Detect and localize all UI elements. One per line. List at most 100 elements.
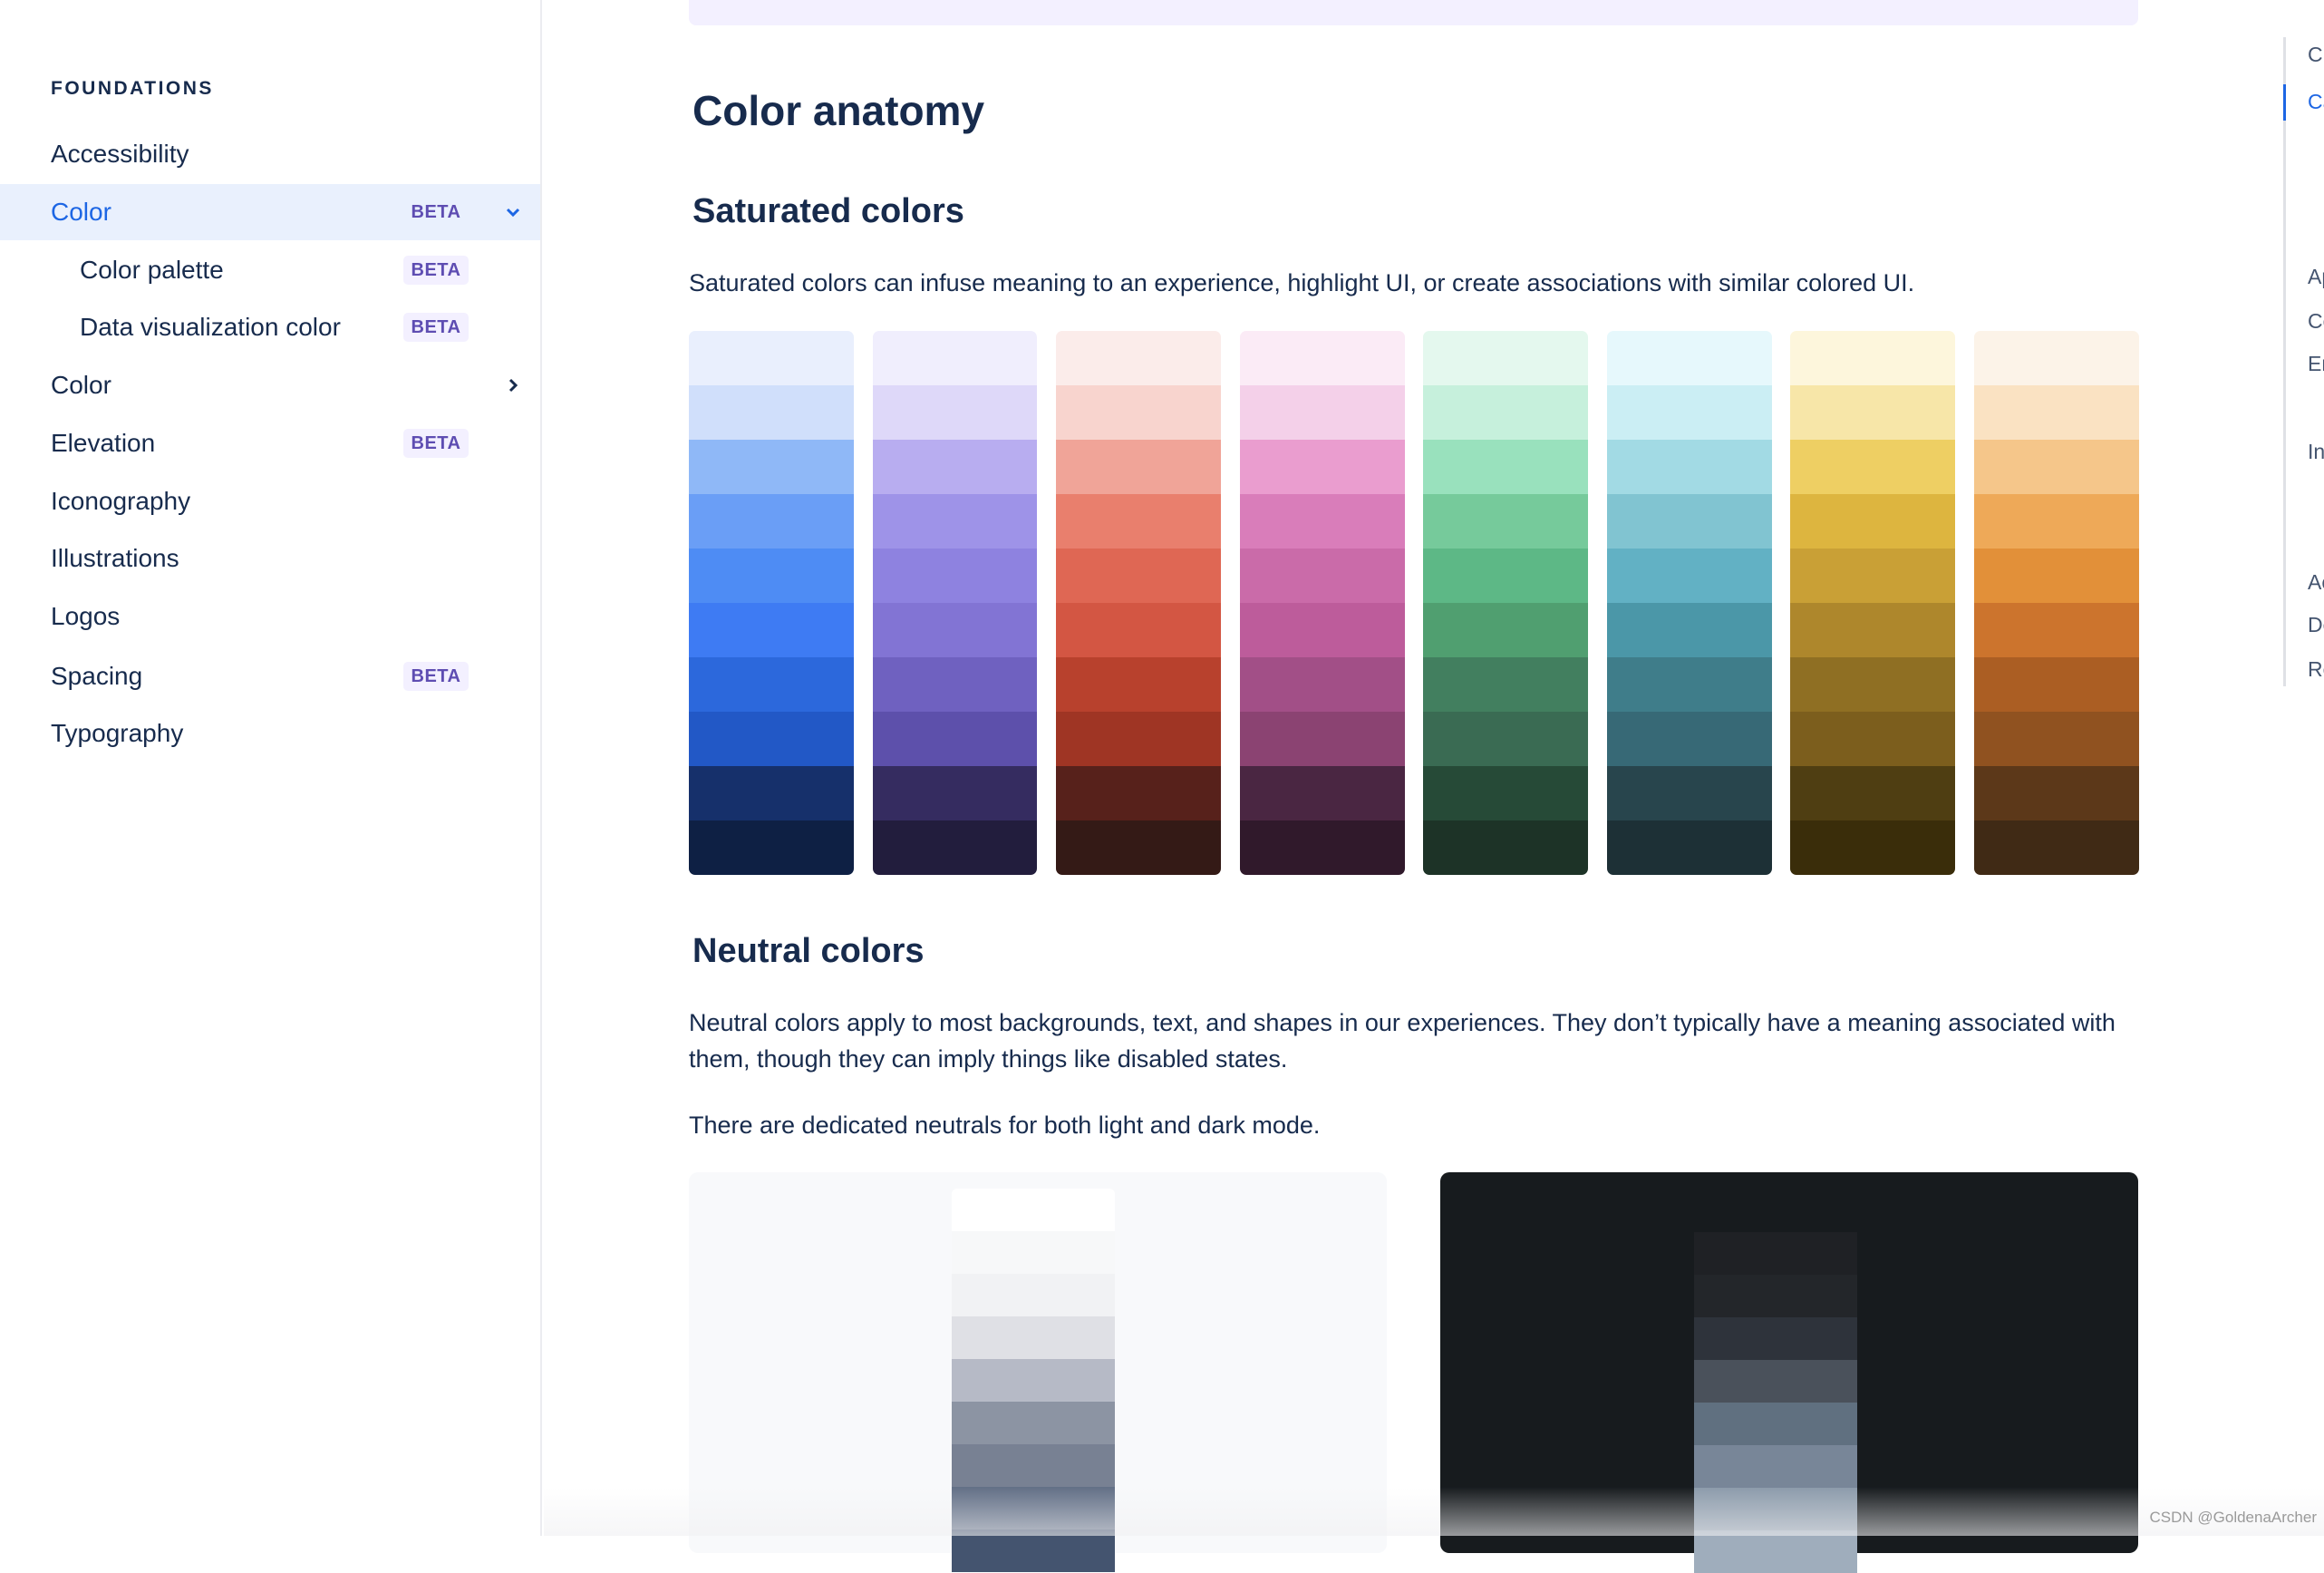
color-swatch[interactable] — [1056, 549, 1222, 603]
color-swatch[interactable] — [872, 385, 1038, 440]
toc-item[interactable]: En — [2308, 352, 2324, 376]
color-swatch[interactable] — [1606, 712, 1772, 766]
color-swatch[interactable] — [1056, 440, 1222, 494]
toc-item[interactable]: In — [2308, 440, 2324, 464]
color-swatch[interactable] — [1423, 766, 1589, 820]
color-swatch[interactable] — [1056, 494, 1222, 549]
chevron-right-icon[interactable] — [504, 372, 522, 399]
color-swatch[interactable] — [1239, 766, 1405, 820]
color-swatch[interactable] — [1974, 331, 2139, 385]
color-swatch[interactable] — [1056, 385, 1222, 440]
dark-neutral-swatch[interactable] — [1694, 1232, 1857, 1275]
toc-item[interactable]: Co — [2308, 309, 2324, 334]
toc-item[interactable]: Ac — [2308, 570, 2324, 595]
sidebar-item-spacing[interactable]: Spacing BETA — [0, 648, 540, 704]
color-swatch[interactable] — [1423, 657, 1589, 712]
light-neutral-swatch[interactable] — [952, 1444, 1115, 1487]
color-swatch[interactable] — [1239, 657, 1405, 712]
color-swatch[interactable] — [1606, 657, 1772, 712]
color-swatch[interactable] — [1239, 440, 1405, 494]
color-swatch[interactable] — [872, 331, 1038, 385]
dark-neutral-swatch[interactable] — [1694, 1403, 1857, 1445]
color-swatch[interactable] — [1423, 440, 1589, 494]
color-swatch[interactable] — [1974, 820, 2139, 875]
color-swatch[interactable] — [1790, 712, 1956, 766]
color-swatch[interactable] — [872, 712, 1038, 766]
color-swatch[interactable] — [689, 603, 854, 657]
color-swatch[interactable] — [1239, 494, 1405, 549]
sidebar-item-elevation[interactable]: Elevation BETA — [0, 415, 540, 471]
color-swatch[interactable] — [1790, 494, 1956, 549]
color-swatch[interactable] — [1423, 603, 1589, 657]
color-swatch[interactable] — [689, 494, 854, 549]
color-swatch[interactable] — [689, 331, 854, 385]
color-swatch[interactable] — [689, 657, 854, 712]
color-swatch[interactable] — [1239, 820, 1405, 875]
sidebar-item-color[interactable]: Color — [0, 357, 540, 413]
color-swatch[interactable] — [872, 494, 1038, 549]
sidebar-item-color[interactable]: Color BETA — [0, 184, 540, 240]
color-swatch[interactable] — [1423, 820, 1589, 875]
color-swatch[interactable] — [1239, 549, 1405, 603]
dark-neutral-swatch[interactable] — [1694, 1360, 1857, 1403]
color-swatch[interactable] — [1790, 820, 1956, 875]
light-neutral-swatch[interactable] — [952, 1316, 1115, 1359]
color-swatch[interactable] — [1056, 820, 1222, 875]
sidebar-item-color-palette[interactable]: Color palette BETA — [0, 242, 540, 298]
toc-item[interactable]: De — [2308, 613, 2324, 637]
color-swatch[interactable] — [1239, 331, 1405, 385]
light-neutral-swatch[interactable] — [952, 1274, 1115, 1316]
color-swatch[interactable] — [689, 712, 854, 766]
dark-neutral-swatch[interactable] — [1694, 1317, 1857, 1360]
color-swatch[interactable] — [689, 385, 854, 440]
dark-neutral-swatch[interactable] — [1694, 1530, 1857, 1573]
color-swatch[interactable] — [1974, 385, 2139, 440]
color-swatch[interactable] — [1239, 385, 1405, 440]
color-swatch[interactable] — [1423, 385, 1589, 440]
color-swatch[interactable] — [1606, 331, 1772, 385]
color-swatch[interactable] — [1790, 657, 1956, 712]
color-swatch[interactable] — [1606, 440, 1772, 494]
color-swatch[interactable] — [1974, 766, 2139, 820]
color-swatch[interactable] — [1790, 549, 1956, 603]
light-neutral-swatch[interactable] — [952, 1359, 1115, 1402]
sidebar-item-data-visualization-color[interactable]: Data visualization color BETA — [0, 299, 540, 355]
chevron-down-icon[interactable] — [504, 199, 522, 226]
color-swatch[interactable] — [1239, 603, 1405, 657]
color-swatch[interactable] — [1056, 712, 1222, 766]
color-swatch[interactable] — [689, 766, 854, 820]
toc-item[interactable]: C — [2308, 43, 2324, 67]
color-swatch[interactable] — [1606, 494, 1772, 549]
color-swatch[interactable] — [872, 820, 1038, 875]
light-neutral-swatch[interactable] — [952, 1402, 1115, 1444]
toc-item[interactable]: Re — [2308, 657, 2324, 682]
color-swatch[interactable] — [872, 657, 1038, 712]
sidebar-item-typography[interactable]: Typography — [0, 705, 540, 762]
color-swatch[interactable] — [872, 766, 1038, 820]
sidebar-item-logos[interactable]: Logos — [0, 588, 540, 645]
toc-item[interactable]: Ca — [2308, 90, 2324, 114]
color-swatch[interactable] — [1423, 494, 1589, 549]
color-swatch[interactable] — [689, 820, 854, 875]
color-swatch[interactable] — [1790, 603, 1956, 657]
color-swatch[interactable] — [1056, 657, 1222, 712]
sidebar-item-iconography[interactable]: Iconography — [0, 473, 540, 529]
dark-neutral-swatch[interactable] — [1694, 1445, 1857, 1488]
toc-item[interactable]: Ap — [2308, 265, 2324, 289]
sidebar-item-illustrations[interactable]: Illustrations — [0, 530, 540, 587]
color-swatch[interactable] — [872, 440, 1038, 494]
light-neutral-swatch[interactable] — [952, 1529, 1115, 1572]
color-swatch[interactable] — [1423, 549, 1589, 603]
color-swatch[interactable] — [689, 440, 854, 494]
color-swatch[interactable] — [1974, 657, 2139, 712]
color-swatch[interactable] — [1790, 440, 1956, 494]
color-swatch[interactable] — [1239, 712, 1405, 766]
color-swatch[interactable] — [1423, 331, 1589, 385]
color-swatch[interactable] — [1606, 820, 1772, 875]
color-swatch[interactable] — [1974, 494, 2139, 549]
color-swatch[interactable] — [1606, 766, 1772, 820]
color-swatch[interactable] — [689, 549, 854, 603]
color-swatch[interactable] — [1974, 549, 2139, 603]
color-swatch[interactable] — [1423, 712, 1589, 766]
color-swatch[interactable] — [1974, 712, 2139, 766]
